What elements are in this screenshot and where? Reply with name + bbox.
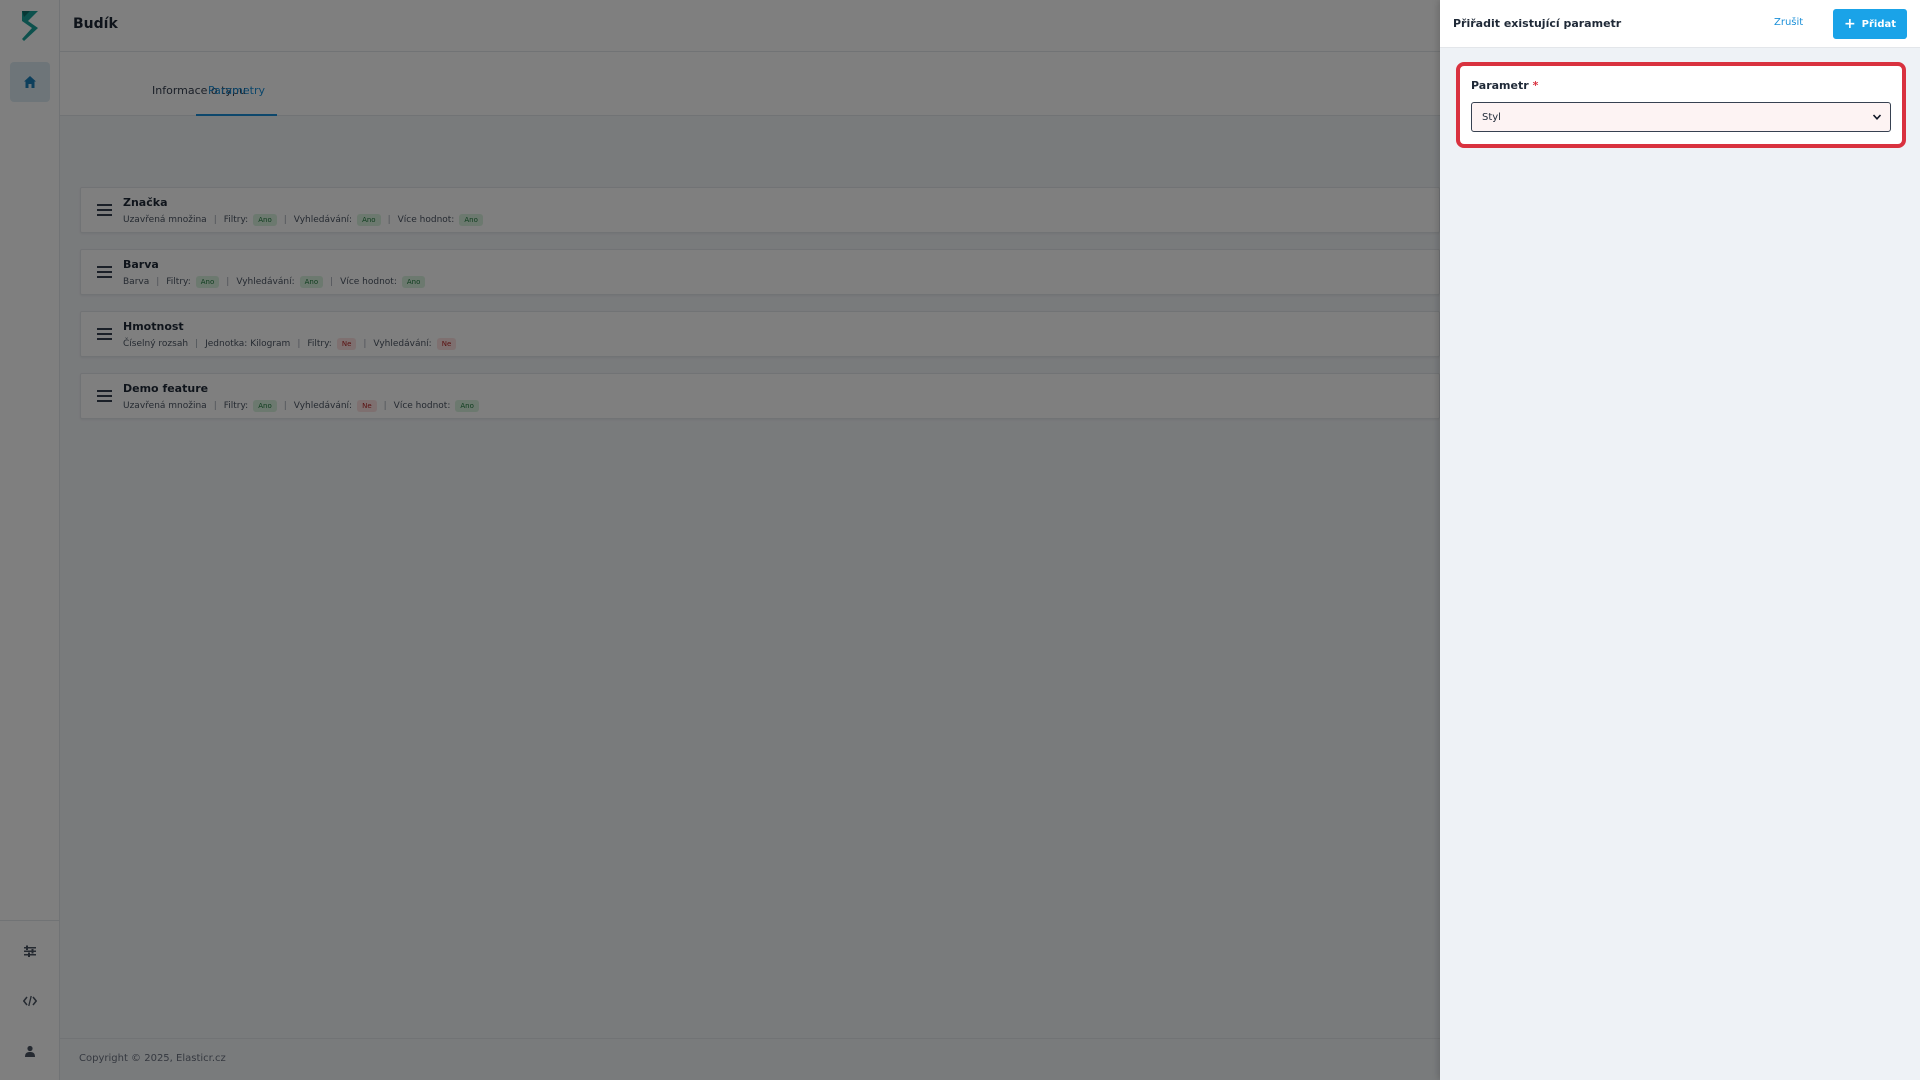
add-button-label: Přidat (1861, 18, 1897, 30)
plus-icon: + (1843, 16, 1856, 32)
field-label-text: Parametr (1471, 79, 1529, 92)
modal-backdrop[interactable] (0, 0, 1440, 1080)
add-button[interactable]: + Přidat (1833, 9, 1907, 39)
drawer-header: Přiřadit existující parametr Zrušit + Př… (1440, 0, 1920, 48)
parameter-field-label: Parametr * (1471, 79, 1538, 92)
required-mark: * (1532, 79, 1539, 92)
parameter-select[interactable]: Styl (1471, 102, 1891, 132)
cancel-button[interactable]: Zrušit (1774, 17, 1803, 28)
parameter-select-value: Styl (1482, 112, 1501, 123)
parameter-field-card: Parametr * Styl (1456, 62, 1906, 148)
assign-parameter-drawer: Přiřadit existující parametr Zrušit + Př… (1440, 0, 1920, 1080)
drawer-title: Přiřadit existující parametr (1453, 17, 1622, 30)
chevron-down-icon (1872, 114, 1882, 120)
